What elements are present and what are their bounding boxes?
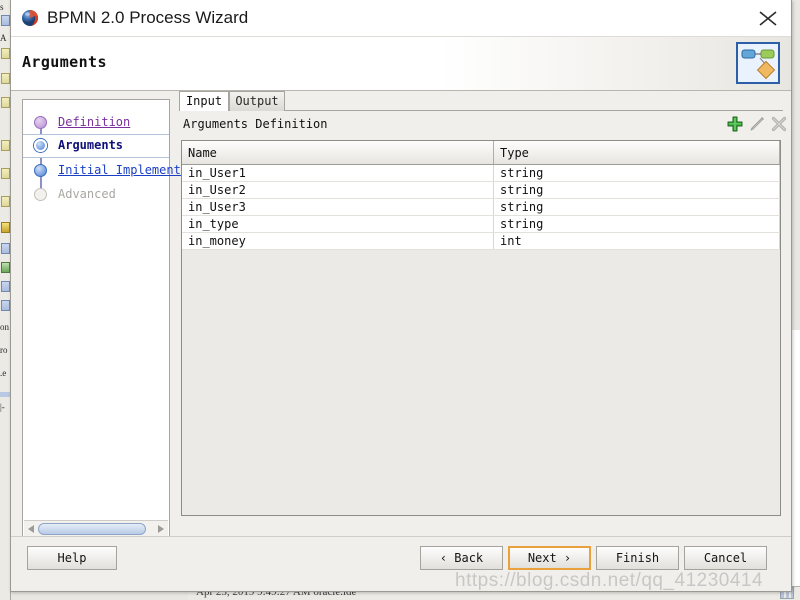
table-row[interactable]: in_User3 string <box>182 198 780 216</box>
ide-left-icon <box>1 73 10 84</box>
sidebar-item-label: Arguments <box>58 138 124 152</box>
tab-bar: Input Output <box>179 91 783 111</box>
sidebar-item-advanced: Advanced <box>23 184 169 206</box>
step-dot-icon <box>34 116 47 129</box>
arguments-table-container: Name Type in_User1 string in_User2 strin… <box>181 140 781 516</box>
cell-name: in_type <box>182 215 494 233</box>
scroll-left-arrow-icon[interactable] <box>28 525 34 533</box>
step-dot-icon <box>34 139 47 152</box>
dialog-footer: Help ‹ Back Next › Finish Cancel <box>11 536 791 591</box>
ide-left-icon <box>1 222 10 233</box>
wizard-step-sidebar: Definition Arguments Initial Implementat… <box>22 99 195 539</box>
cell-name: in_User2 <box>182 181 494 199</box>
cell-type: string <box>493 198 780 216</box>
cell-name: in_money <box>182 232 494 250</box>
ide-left-icon <box>1 262 10 273</box>
arguments-table: Name Type in_User1 string in_User2 strin… <box>182 141 780 250</box>
column-header-name[interactable]: Name <box>182 141 494 165</box>
step-dot-icon <box>34 164 47 177</box>
sidebar-item-label: Definition <box>58 115 131 129</box>
ide-left-icon <box>1 196 10 207</box>
process-diagram-icon <box>736 42 780 84</box>
finish-button[interactable]: Finish <box>596 546 679 570</box>
table-body: in_User1 string in_User2 string in_User3… <box>182 164 780 250</box>
cancel-button[interactable]: Cancel <box>684 546 767 570</box>
table-row[interactable]: in_type string <box>182 215 780 233</box>
ide-left-icon <box>1 281 10 292</box>
scrollbar-thumb[interactable] <box>38 523 146 535</box>
dialog-body: Definition Arguments Initial Implementat… <box>11 91 791 539</box>
sidebar-item-initial-implementation[interactable]: Initial Implementat <box>23 160 195 182</box>
sidebar-item-label: Initial Implementat <box>58 163 196 177</box>
delete-icon <box>769 114 791 136</box>
ide-left-icon <box>1 140 10 151</box>
help-button[interactable]: Help <box>27 546 117 570</box>
close-icon[interactable] <box>745 0 791 36</box>
ide-left-icon <box>1 97 10 108</box>
cell-type: string <box>493 181 780 199</box>
ide-left-highlight <box>0 392 10 397</box>
column-header-type[interactable]: Type <box>493 141 780 165</box>
section-label: Arguments Definition <box>183 117 328 131</box>
cell-name: in_User1 <box>182 164 494 182</box>
ide-left-icon <box>1 243 10 254</box>
cell-type: string <box>493 164 780 182</box>
sidebar-horizontal-scrollbar[interactable] <box>24 520 168 537</box>
page-title: Arguments <box>22 53 107 71</box>
ide-left-icon <box>1 168 10 179</box>
cell-name: in_User3 <box>182 198 494 216</box>
section-toolbar: Arguments Definition <box>179 113 787 139</box>
screen: s A on ro .e |- at .t n ir v <box>0 0 800 600</box>
dialog-title: BPMN 2.0 Process Wizard <box>47 8 249 27</box>
tab-input[interactable]: Input <box>179 91 229 111</box>
table-row[interactable]: in_money int <box>182 232 780 250</box>
cell-type: string <box>493 215 780 233</box>
table-row[interactable]: in_User2 string <box>182 181 780 199</box>
ide-left-icon <box>1 15 10 26</box>
sidebar-item-arguments[interactable]: Arguments <box>23 134 169 158</box>
scroll-right-arrow-icon[interactable] <box>158 525 164 533</box>
step-dot-icon <box>34 188 47 201</box>
edit-icon <box>747 114 769 136</box>
bpmn-sphere-icon <box>21 9 39 27</box>
back-button[interactable]: ‹ Back <box>420 546 503 570</box>
wizard-header: Arguments <box>11 37 791 91</box>
table-header-row: Name Type <box>182 141 780 165</box>
cell-type: int <box>493 232 780 250</box>
tab-output[interactable]: Output <box>229 91 285 111</box>
ide-left-icon <box>1 300 10 311</box>
dialog-titlebar: BPMN 2.0 Process Wizard <box>11 0 791 37</box>
next-button[interactable]: Next › <box>508 546 591 570</box>
sidebar-item-definition[interactable]: Definition <box>23 112 169 134</box>
add-icon[interactable] <box>725 114 747 136</box>
table-row[interactable]: in_User1 string <box>182 164 780 182</box>
ide-left-icon <box>1 48 10 59</box>
arguments-panel: Input Output Arguments Definition Name T… <box>179 91 787 538</box>
sidebar-item-label: Advanced <box>58 187 116 201</box>
bpmn-wizard-dialog: BPMN 2.0 Process Wizard Arguments Defini… <box>10 0 792 592</box>
